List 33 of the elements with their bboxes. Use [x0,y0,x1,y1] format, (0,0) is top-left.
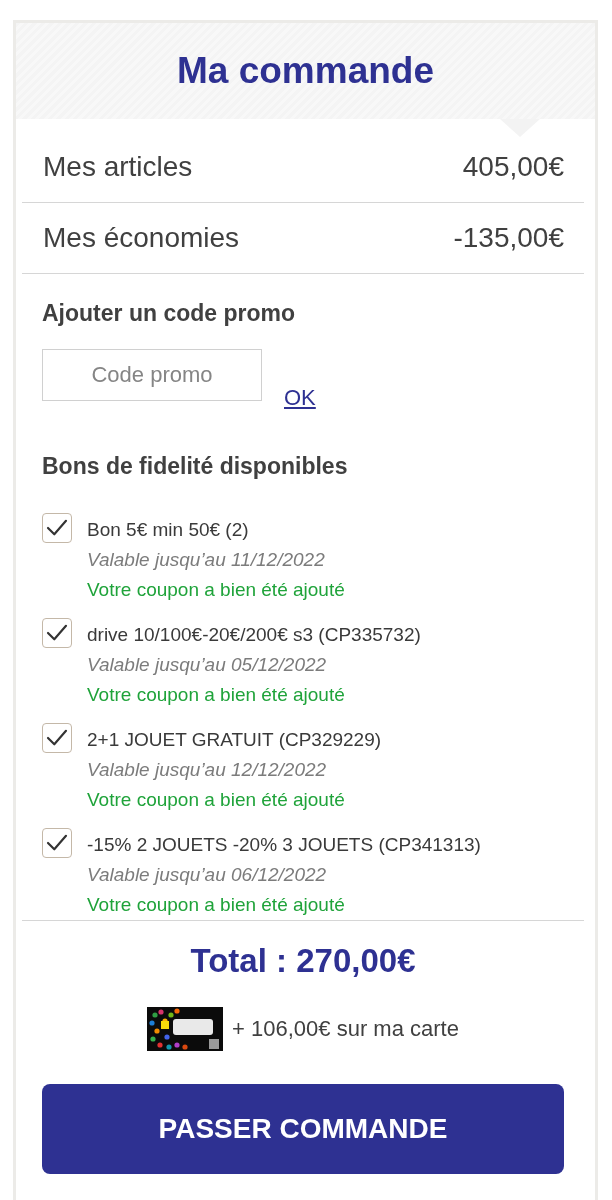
validity-date: Valable jusqu’au 12/12/2022 [87,758,328,782]
voucher-name: drive 10/100€-20€/200€ s3 (CP335732) [87,623,421,647]
loyalty-credit: + 106,00€ sur ma carte [232,1015,459,1043]
section-heading: Ajouter un code promo [42,299,296,328]
summary-amount: 405,00€ [462,150,564,184]
promo-code-field[interactable]: Code promo [42,349,262,401]
voucher-name: -15% 2 JOUETS -20% 3 JOUETS (CP341313) [87,833,481,857]
success-message: Votre coupon a bien été ajouté [87,893,346,917]
checkmark-icon [46,729,68,747]
summary-label: Mes économies [43,221,240,255]
checkmark-icon [46,519,68,537]
loyalty-card-icon [147,1007,224,1051]
success-message: Votre coupon a bien été ajouté [87,578,345,602]
validity-date: Valable jusqu’au 11/12/2022 [87,548,326,572]
checkmark-icon [46,624,68,642]
order-total: Total : 270,00€ [190,941,416,981]
checkmark-icon [46,834,68,852]
checkbox[interactable] [42,618,72,648]
voucher-name: 2+1 JOUET GRATUIT (CP329229) [87,728,382,752]
checkbox[interactable] [42,723,72,753]
validity-date: Valable jusqu’au 06/12/2022 [87,863,328,887]
section-heading: Bons de fidelité disponibles [42,452,349,481]
voucher-name: Bon 5€ min 50€ (2) [87,518,250,542]
order-title: Ma commande [177,49,434,93]
success-message: Votre coupon a bien été ajouté [87,788,346,812]
summary-label: Mes articles [43,150,193,184]
validity-date: Valable jusqu’au 05/12/2022 [87,653,328,677]
checkout-button[interactable]: PASSER COMMANDE [42,1084,564,1174]
success-message: Votre coupon a bien été ajouté [87,683,346,707]
summary-amount: -135,00€ [453,221,564,255]
checkbox[interactable] [42,828,72,858]
apply-link[interactable]: OK [284,385,316,411]
checkbox[interactable] [42,513,72,543]
